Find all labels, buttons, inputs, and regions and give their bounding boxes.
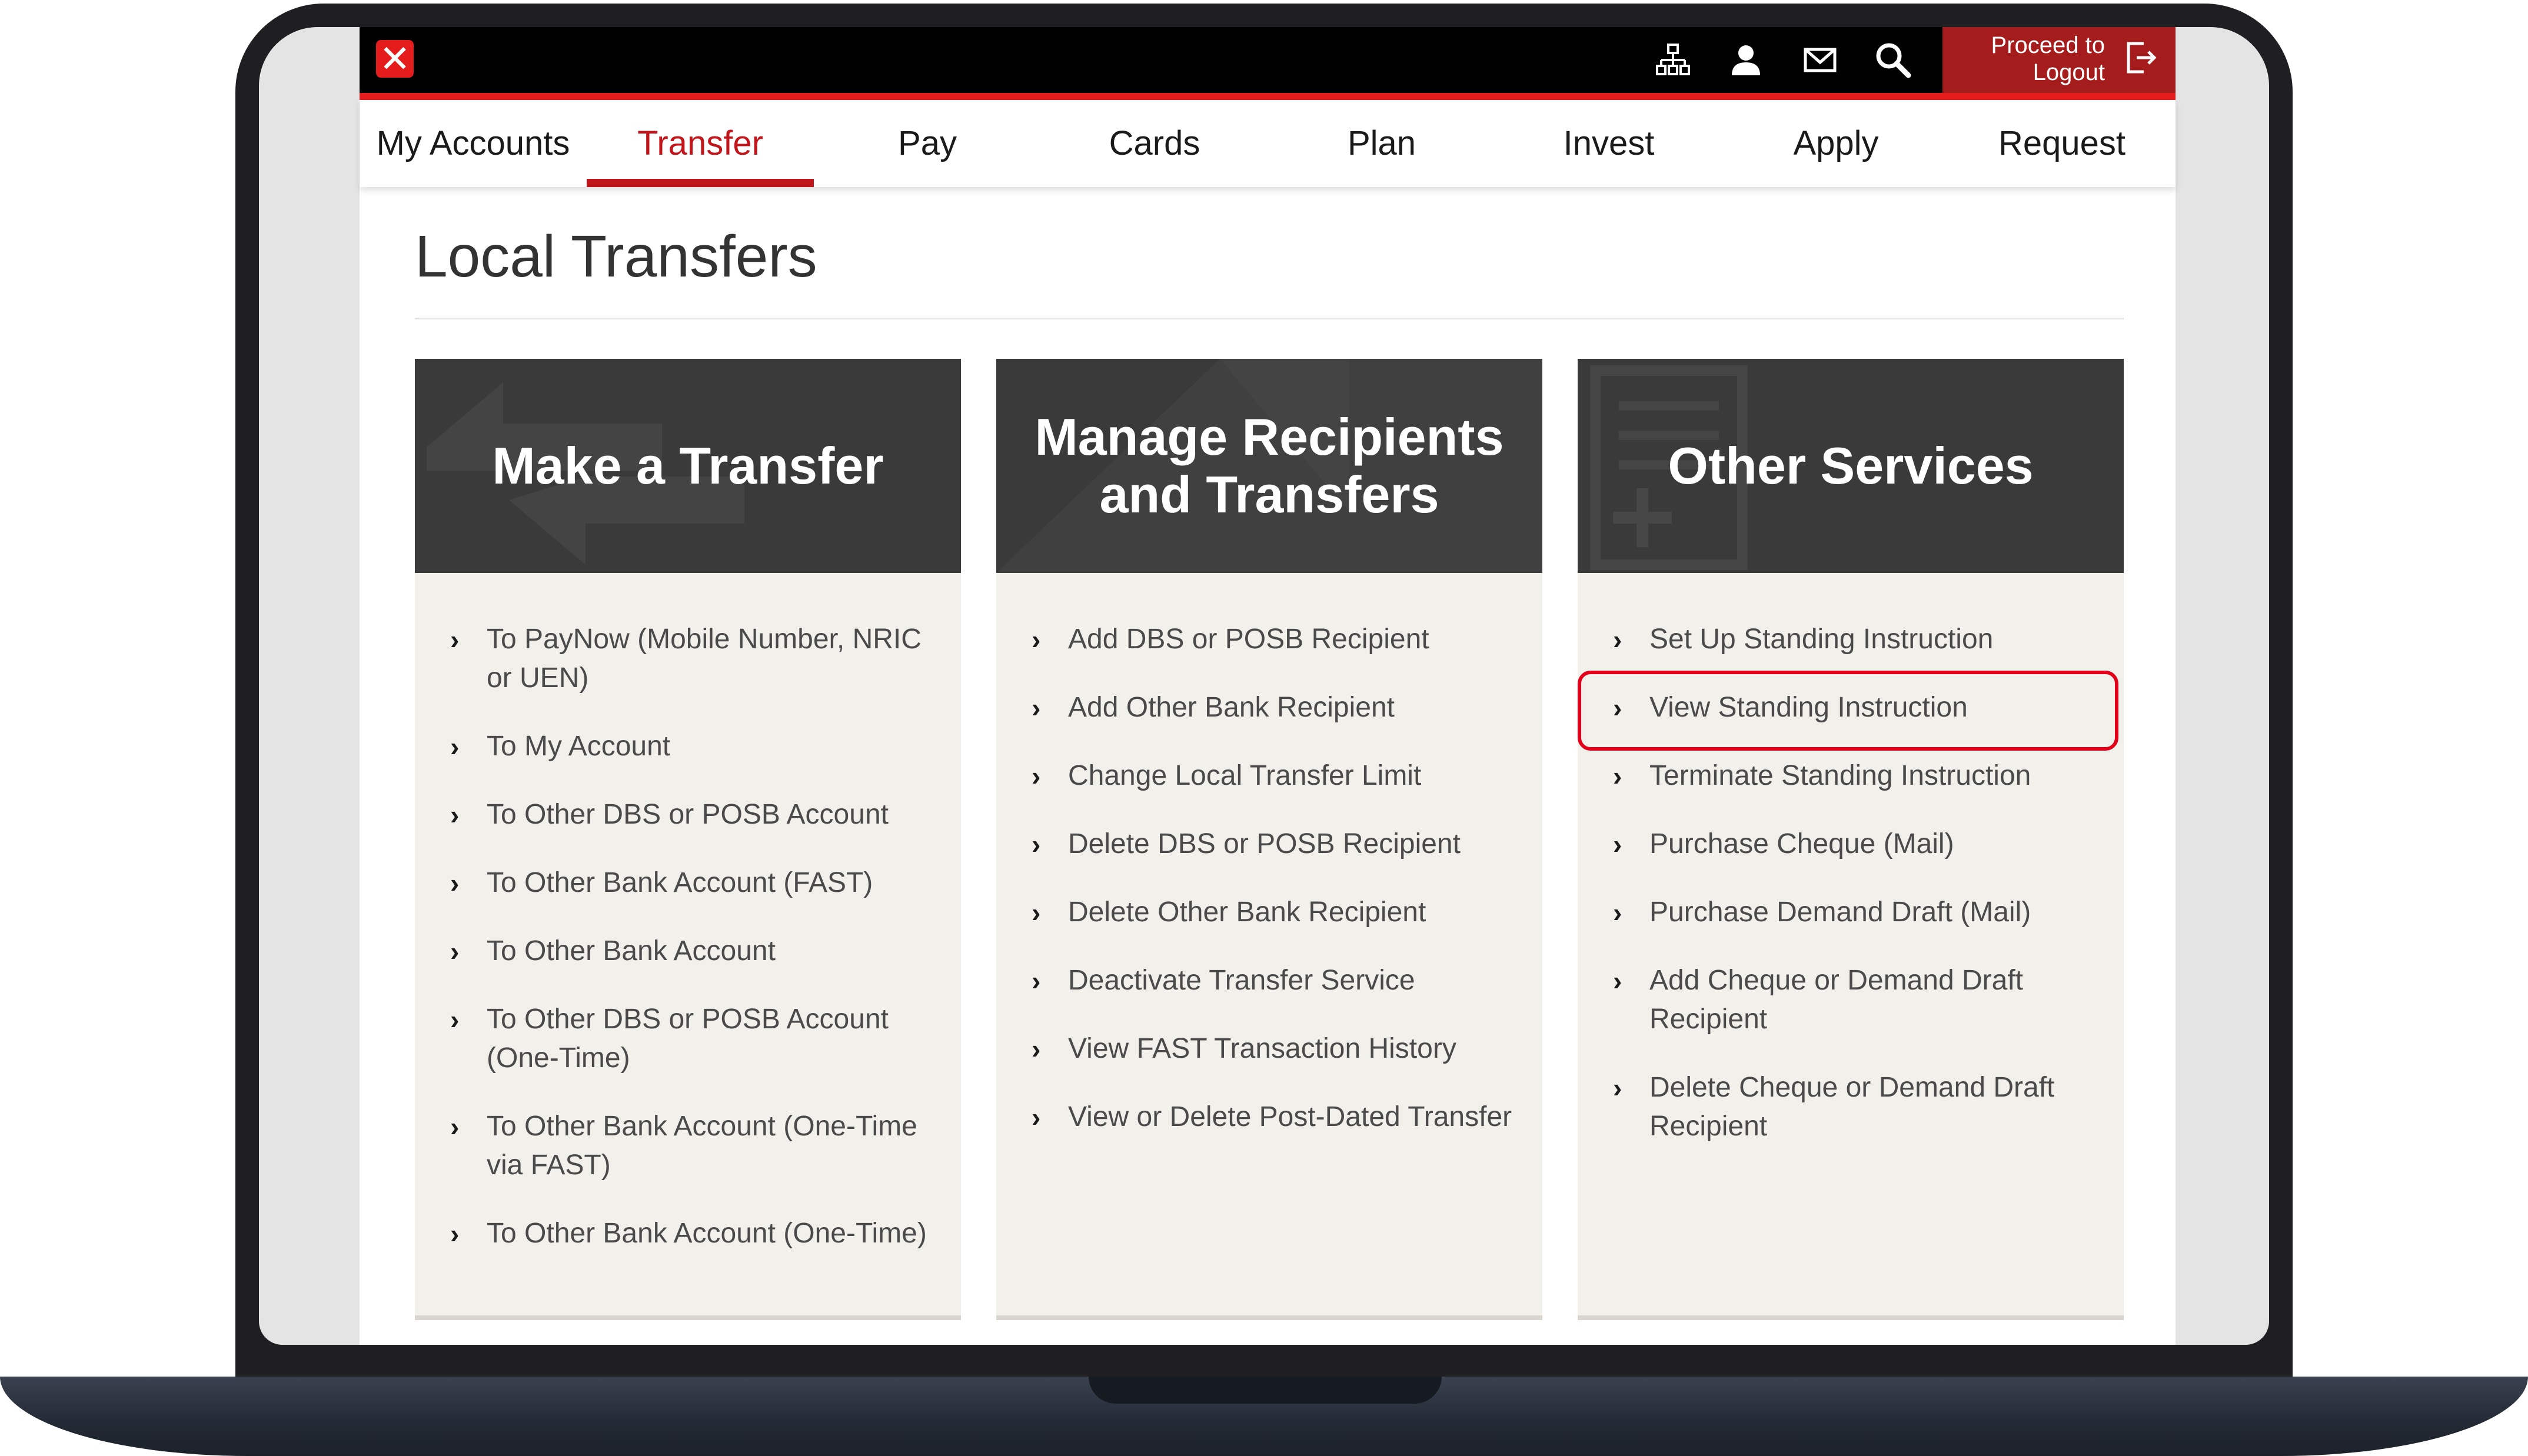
chevron-right-icon: › — [1613, 761, 1622, 791]
chevron-right-icon: › — [1032, 1034, 1041, 1064]
chevron-right-icon: › — [450, 1218, 460, 1249]
logout-button[interactable]: Proceed to Logout — [1942, 27, 2176, 93]
panel-title: Make a Transfer — [492, 437, 884, 495]
panel-header: Other Services — [1578, 359, 2124, 573]
panel-make-transfer: Make a Transfer › To PayNow (Mobile Numbe… — [415, 359, 961, 1320]
banking-page: ✕ Proceed to Logout My Accounts Transfer… — [360, 27, 2176, 1345]
main-nav: My Accounts Transfer Pay Cards Plan Inve… — [360, 100, 2176, 187]
tab-request[interactable]: Request — [1948, 100, 2176, 187]
chevron-right-icon: › — [1032, 965, 1041, 996]
chevron-right-icon: › — [1032, 692, 1041, 723]
chevron-right-icon: › — [1032, 624, 1041, 655]
dbs-logo[interactable]: ✕ — [376, 40, 414, 78]
chevron-right-icon: › — [450, 936, 460, 967]
tab-invest[interactable]: Invest — [1495, 100, 1722, 187]
title-divider — [415, 318, 2124, 319]
chevron-right-icon: › — [450, 1111, 460, 1142]
tab-transfer[interactable]: Transfer — [587, 100, 814, 187]
chevron-right-icon: › — [1613, 897, 1622, 928]
chevron-right-icon: › — [450, 624, 460, 655]
tab-my-accounts[interactable]: My Accounts — [360, 100, 587, 187]
panel-header: Manage Recipients and Transfers — [996, 359, 1542, 573]
panel-manage-recipients: Manage Recipients and Transfers › Add DBS… — [996, 359, 1542, 1320]
logout-icon — [2124, 40, 2159, 75]
chevron-right-icon: › — [1613, 965, 1622, 996]
chevron-right-icon: › — [1613, 1072, 1622, 1103]
top-bar: ✕ Proceed to Logout — [360, 27, 2176, 100]
page-title: Local Transfers — [415, 224, 817, 289]
tab-plan[interactable]: Plan — [1268, 100, 1495, 187]
panel-title: Other Services — [1668, 437, 2034, 495]
tab-apply[interactable]: Apply — [1722, 100, 1950, 187]
laptop-screen: ✕ Proceed to Logout My Accounts Transfer… — [259, 27, 2269, 1345]
chevron-right-icon: › — [450, 868, 460, 898]
chevron-right-icon: › — [450, 731, 460, 762]
chevron-right-icon: › — [1032, 829, 1041, 859]
mail-icon[interactable] — [1797, 36, 1844, 84]
chevron-right-icon: › — [1032, 1102, 1041, 1132]
panel-header: Make a Transfer — [415, 359, 961, 573]
chevron-right-icon: › — [450, 799, 460, 830]
panel-title: Manage Recipients and Transfers — [1035, 408, 1504, 524]
panel-other-services: Other Services › Set Up Standing Instruct… — [1578, 359, 2124, 1320]
chevron-right-icon: › — [1032, 897, 1041, 928]
tab-cards[interactable]: Cards — [1041, 100, 1268, 187]
user-icon[interactable] — [1722, 36, 1769, 84]
laptop-notch — [1089, 1377, 1442, 1404]
chevron-right-icon: › — [450, 1004, 460, 1035]
sitemap-icon[interactable] — [1649, 36, 1697, 84]
chevron-right-icon: › — [1032, 761, 1041, 791]
chevron-right-icon: › — [1613, 829, 1622, 859]
chevron-right-icon: › — [1613, 692, 1622, 723]
tab-pay[interactable]: Pay — [814, 100, 1041, 187]
search-icon[interactable] — [1870, 36, 1917, 84]
chevron-right-icon: › — [1613, 624, 1622, 655]
logout-label: Proceed to Logout — [1991, 32, 2105, 85]
